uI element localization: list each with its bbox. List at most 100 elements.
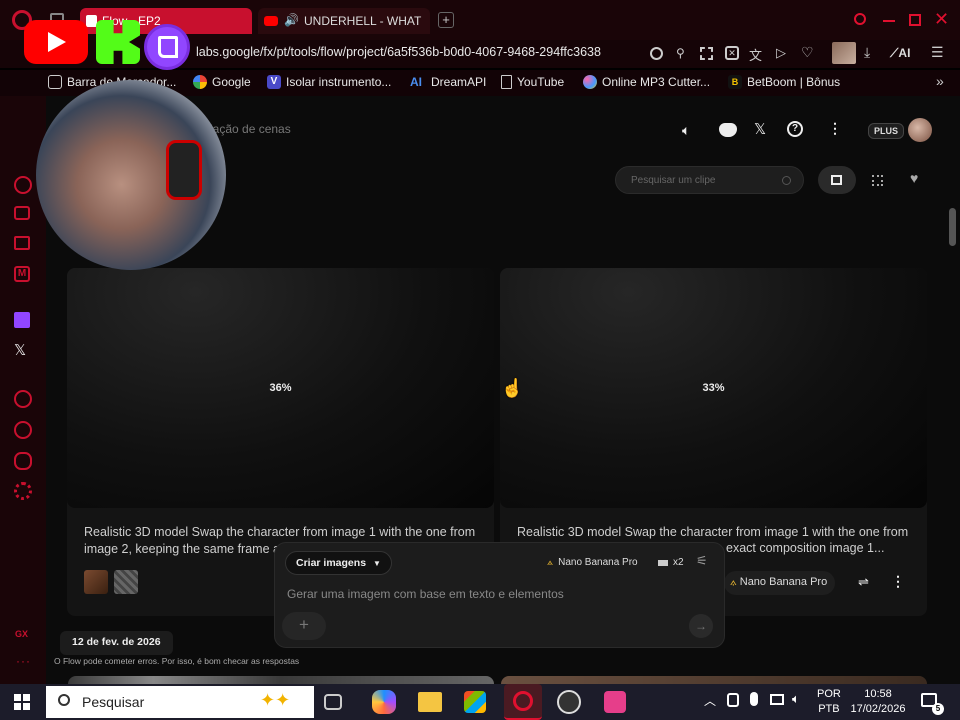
search-tabs-icon[interactable] xyxy=(854,13,866,25)
model-label: Nano Banana Pro xyxy=(558,557,638,568)
bookmark-label: Online MP3 Cutter... xyxy=(602,75,711,89)
youtube-icon xyxy=(264,16,278,26)
ai-button[interactable]: ⟋AI xyxy=(890,46,910,61)
model-selector[interactable]: ⟑ Nano Banana Pro xyxy=(547,557,638,568)
url-field[interactable]: labs.google/fx/pt/tools/flow/project/6a5… xyxy=(196,45,640,63)
translate-icon[interactable]: 文 xyxy=(749,45,762,64)
grid-large-view-button[interactable] xyxy=(818,166,856,194)
close-window-button[interactable]: ✕ xyxy=(934,10,949,28)
clip-thumbnail[interactable]: 33% xyxy=(500,268,927,508)
more-dots-icon[interactable]: ··· xyxy=(16,654,31,668)
new-tab-button[interactable]: + xyxy=(438,12,454,28)
clip-search-input[interactable]: Pesquisar um clipe xyxy=(615,166,804,194)
app-icon[interactable] xyxy=(604,691,626,713)
zoom-icon[interactable] xyxy=(650,47,663,60)
card-more-icon[interactable]: ⋮ xyxy=(891,573,905,590)
opera-gx-taskbar-icon[interactable] xyxy=(504,684,542,720)
v-icon: V xyxy=(267,75,281,89)
twitch-icon[interactable] xyxy=(14,312,30,328)
count-selector[interactable]: x2 xyxy=(658,557,684,568)
audio-icon[interactable]: 🔈︎ xyxy=(682,122,690,139)
x-icon[interactable]: 𝕏 xyxy=(754,120,766,138)
banana-icon: ⟑ xyxy=(547,557,554,568)
adblock-icon[interactable]: ✕ xyxy=(725,46,739,60)
task-view-icon[interactable] xyxy=(324,694,342,710)
send-button[interactable]: → xyxy=(689,614,713,638)
language-indicator[interactable]: POR PTB xyxy=(817,687,841,717)
gx-label[interactable]: GX xyxy=(15,629,28,639)
shopping-icon[interactable] xyxy=(14,206,30,220)
settings-sliders-icon[interactable]: ⚟ xyxy=(696,553,708,569)
notification-count: 5 xyxy=(932,703,944,715)
x-twitter-icon[interactable]: 𝕏 xyxy=(14,342,32,360)
reference-image-1[interactable] xyxy=(84,570,108,594)
file-explorer-icon[interactable] xyxy=(418,692,442,712)
progress-label: 33% xyxy=(702,382,725,394)
help-icon[interactable]: ? xyxy=(787,121,803,137)
reference-image-2[interactable] xyxy=(114,570,138,594)
bookmark-tab-icon xyxy=(86,15,97,27)
prompt-input[interactable]: Gerar uma imagem com base em texto e ele… xyxy=(287,587,564,601)
discord-icon[interactable] xyxy=(719,123,737,137)
store-icon[interactable] xyxy=(464,691,486,713)
bookmark-betboom[interactable]: B BetBoom | Bônus xyxy=(728,75,840,89)
favorites-heart-icon[interactable]: ♥ xyxy=(910,170,918,186)
clip-description: Realistic 3D model Swap the character fr… xyxy=(517,525,909,539)
player-icon[interactable] xyxy=(14,390,32,408)
heart-icon[interactable]: ♡ xyxy=(801,44,814,61)
add-button[interactable]: + xyxy=(282,612,326,640)
volume-icon[interactable]: 🔈︎ xyxy=(792,691,800,707)
meet-icon[interactable] xyxy=(727,693,739,707)
bookmark-isolar[interactable]: V Isolar instrumento... xyxy=(267,75,391,89)
windows-start-icon[interactable] xyxy=(14,694,30,710)
clip-thumbnail[interactable]: 36% xyxy=(67,268,494,508)
show-hidden-icons[interactable]: ︿ xyxy=(704,692,716,709)
grid-small-icon[interactable] xyxy=(872,175,883,186)
speaker-icon[interactable]: 🔊 xyxy=(284,13,299,27)
bookmark-google[interactable]: Google xyxy=(193,75,251,89)
breadcrumb[interactable]: iação de cenas xyxy=(210,122,291,136)
plus-badge: PLUS xyxy=(868,123,905,139)
twitch-logo-overlay xyxy=(144,24,190,70)
bookmark-youtube[interactable]: YouTube xyxy=(501,75,564,89)
history-icon[interactable] xyxy=(14,421,32,439)
model-chip[interactable]: ⟑ Nano Banana Pro xyxy=(724,571,836,595)
download-icon[interactable]: ⤓ xyxy=(864,44,870,61)
kebab-menu-icon[interactable]: ⋮ xyxy=(828,120,842,137)
speed-dial-icon[interactable] xyxy=(14,176,32,194)
time-label: 10:58 xyxy=(864,688,892,700)
play-icon[interactable]: ▷ xyxy=(776,45,786,61)
account-avatar[interactable] xyxy=(908,118,932,142)
extensions-icon[interactable] xyxy=(14,452,32,470)
clip-description-continued: exact composition image 1... xyxy=(726,541,885,555)
next-clip-thumbnail[interactable] xyxy=(501,676,927,684)
copilot-icon[interactable] xyxy=(372,690,396,714)
m-icon[interactable]: M xyxy=(14,266,30,282)
minimize-button[interactable] xyxy=(883,20,895,22)
pattern-icon[interactable] xyxy=(14,236,30,250)
windows-taskbar: Pesquisar ✦✦ ︿ 🔈︎ POR PTB 10:58 17/02/20… xyxy=(0,684,960,720)
tab-underhell[interactable]: 🔊 UNDERHELL - WHAT IF xyxy=(258,8,430,34)
search-icon xyxy=(58,694,70,706)
bookmark-mp3cutter[interactable]: Online MP3 Cutter... xyxy=(583,75,710,89)
bookmark-dreamapi[interactable]: AI DreamAPI xyxy=(410,75,486,89)
bookmark-label: Google xyxy=(212,75,251,89)
profile-avatar[interactable] xyxy=(832,42,856,64)
aspect-icon xyxy=(658,559,668,566)
reorder-icon[interactable]: ⇌ xyxy=(858,574,869,590)
mode-dropdown[interactable]: Criar imagens ▼ xyxy=(285,551,392,575)
clock[interactable]: 10:58 17/02/2026 xyxy=(850,687,906,717)
settings-gear-icon[interactable] xyxy=(14,482,32,500)
ai-icon: AI xyxy=(410,75,422,89)
pin-icon[interactable]: ⚲ xyxy=(676,46,685,60)
more-bookmarks-icon[interactable]: » xyxy=(936,73,944,89)
obs-icon[interactable] xyxy=(557,690,581,714)
taskbar-search[interactable]: Pesquisar ✦✦ xyxy=(46,686,314,718)
snapshot-icon[interactable] xyxy=(700,47,713,60)
menu-icon[interactable]: ☰ xyxy=(931,44,944,61)
scrollbar[interactable] xyxy=(949,208,956,246)
microphone-icon[interactable] xyxy=(750,692,758,706)
network-icon[interactable] xyxy=(770,694,784,705)
next-clip-thumbnail[interactable] xyxy=(68,676,494,684)
maximize-button[interactable] xyxy=(909,14,921,26)
